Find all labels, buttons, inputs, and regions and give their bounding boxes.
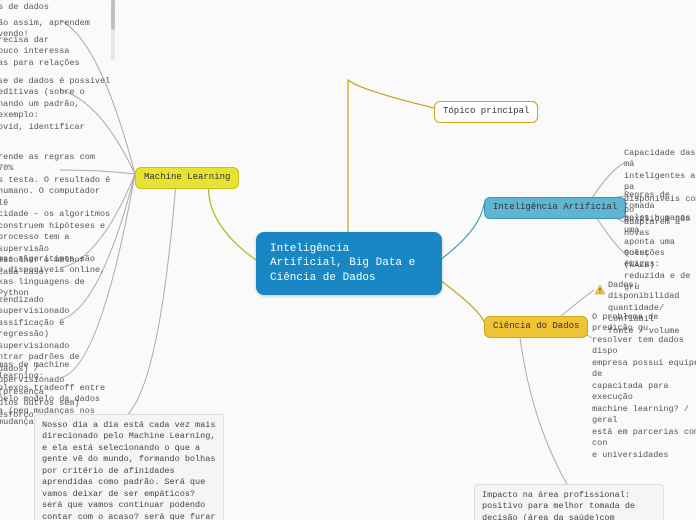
node-machine-learning[interactable]: Machine Learning — [135, 167, 239, 189]
note-text: Impacto na área profissional: positivo p… — [482, 490, 635, 520]
label: Ciência do Dados — [493, 321, 579, 331]
scrollbar[interactable] — [111, 0, 115, 60]
node-ciencia-dados[interactable]: Ciência do Dados — [484, 316, 588, 338]
leaf-text: s de dados — [0, 2, 118, 13]
leaf-text: recisa dar ouco interessa as para relaçõ… — [0, 35, 118, 69]
note-machine-learning[interactable]: Nosso dia a dia está cada vez mais direc… — [34, 414, 224, 520]
label: Inteligência Artificial — [493, 202, 617, 212]
label: Machine Learning — [144, 172, 230, 182]
leaf-text: O problema de predição qu resolver tem d… — [592, 312, 696, 461]
scrollbar-thumb[interactable] — [111, 0, 115, 30]
node-topico-principal[interactable]: Tópico principal — [434, 101, 538, 123]
mindmap-canvas[interactable]: Inteligência Artificial, Big Data e Ciên… — [0, 0, 696, 520]
warning-icon — [594, 284, 606, 296]
node-inteligencia-artificial[interactable]: Inteligência Artificial — [484, 197, 626, 219]
note-text: Nosso dia a dia está cada vez mais direc… — [42, 420, 215, 520]
note-ciencia-dados[interactable]: Impacto na área profissional: positivo p… — [474, 484, 664, 520]
central-topic-text: Inteligência Artificial, Big Data e Ciên… — [270, 243, 415, 284]
label: Tópico principal — [443, 106, 529, 116]
central-topic[interactable]: Inteligência Artificial, Big Data e Ciên… — [256, 232, 442, 295]
leaf-text: se de dados é possível editivas (sobre o… — [0, 76, 118, 133]
leaf-text: mas algorítimos são e disponíveis online… — [0, 254, 113, 300]
